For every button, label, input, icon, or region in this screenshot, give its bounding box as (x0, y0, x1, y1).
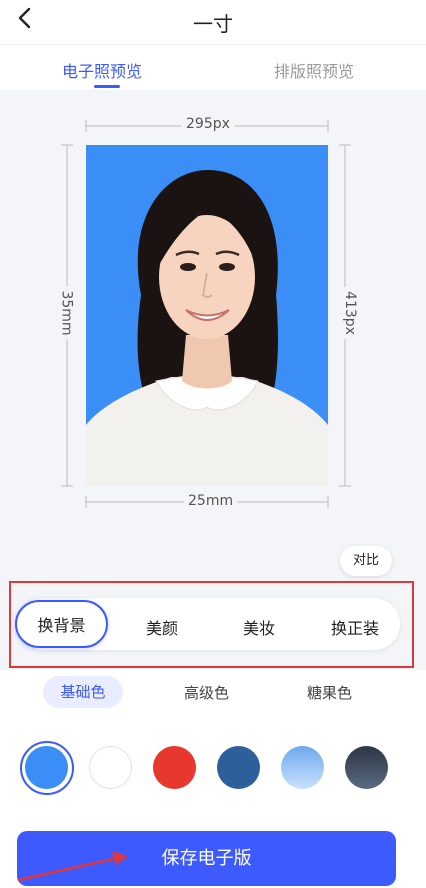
width-mm-label: 25mm (184, 493, 238, 509)
category-premium-colors[interactable]: 高级色 (184, 682, 229, 703)
height-px-label: 413px (341, 287, 358, 339)
swatch-gray-gradient[interactable] (345, 746, 388, 789)
change-suit-button[interactable]: 换正装 (331, 615, 379, 639)
annotation-arrow-icon (17, 851, 128, 882)
swatch-dark-blue[interactable] (217, 746, 260, 789)
swatch-blue-gradient[interactable] (281, 746, 324, 789)
swatch-white[interactable] (89, 746, 132, 789)
category-candy-colors[interactable]: 糖果色 (307, 682, 352, 703)
change-background-button[interactable]: 换背景 (15, 600, 108, 648)
makeup-button[interactable]: 美妆 (243, 615, 275, 639)
beauty-button[interactable]: 美颜 (146, 615, 178, 639)
height-mm-label: 35mm (58, 286, 75, 340)
tab-active-indicator (94, 85, 120, 88)
category-basic-colors[interactable]: 基础色 (43, 676, 123, 708)
width-px-label: 295px (182, 116, 234, 132)
id-photo-preview (86, 145, 328, 486)
compare-button[interactable]: 对比 (340, 546, 392, 576)
tab-layout-preview[interactable]: 排版照预览 (274, 58, 354, 82)
tab-electronic-preview[interactable]: 电子照预览 (62, 58, 142, 82)
swatch-red[interactable] (153, 746, 196, 789)
portrait-image (86, 145, 328, 486)
page-title: 一寸 (193, 12, 233, 36)
swatch-blue[interactable] (25, 746, 68, 789)
